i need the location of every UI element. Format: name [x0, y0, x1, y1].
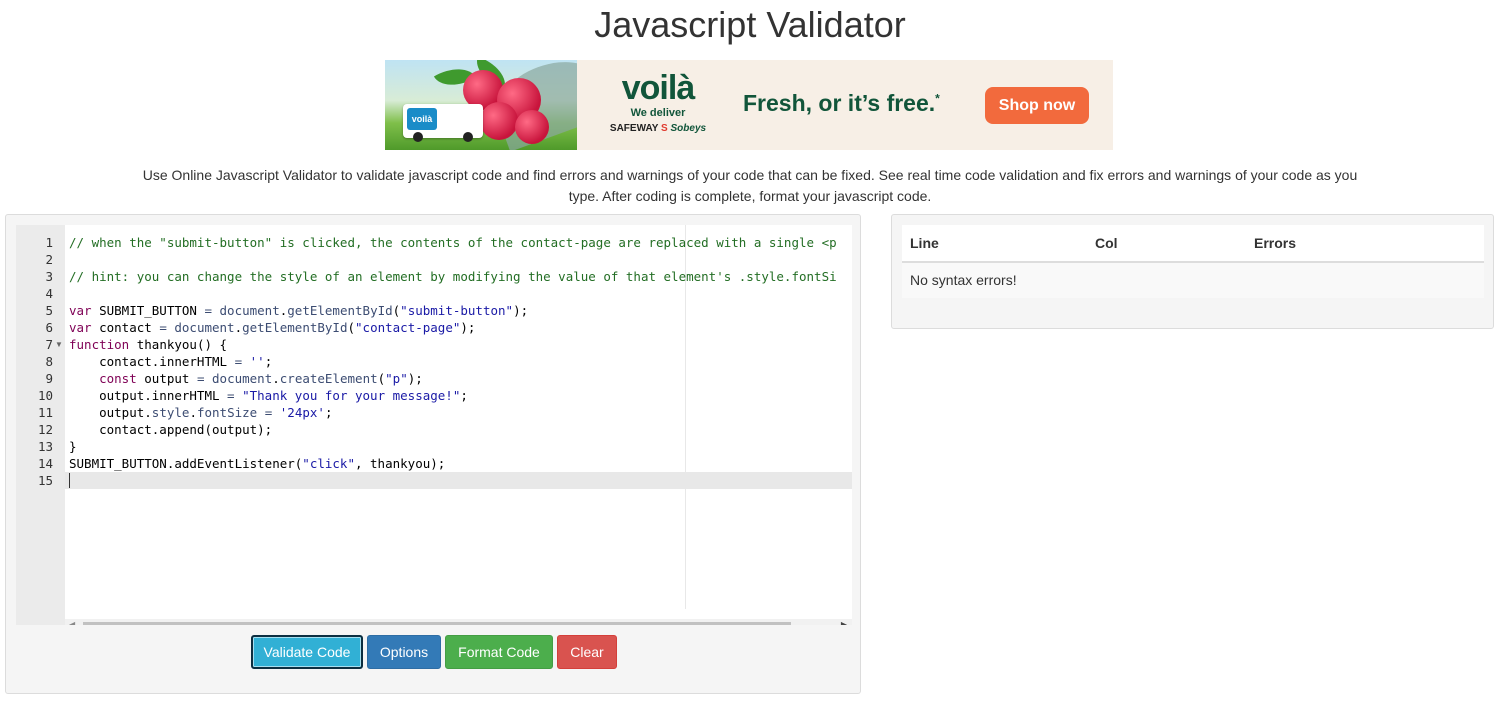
line-number: 14: [37, 456, 53, 471]
line-number: 12: [37, 422, 53, 437]
line-number: 3: [45, 269, 53, 284]
scrollbar-thumb[interactable]: [83, 622, 791, 625]
code-line: }: [69, 439, 77, 454]
line-number: 4: [45, 286, 53, 301]
table-row: No syntax errors!: [902, 263, 1484, 298]
ad-store-logos: SAFEWAY S Sobeys: [609, 123, 707, 134]
no-errors-message: No syntax errors!: [910, 272, 1017, 288]
ad-tagline: Fresh, or it’s free.*: [743, 90, 940, 116]
code-line: output.style.fontSize = '24px';: [69, 405, 333, 420]
line-number: 8: [45, 354, 53, 369]
line-number: 5: [45, 303, 53, 318]
ad-brand: voilà We deliver SAFEWAY S Sobeys: [603, 70, 713, 136]
line-number: 11: [37, 405, 53, 420]
ad-brand-logo: voilà: [621, 69, 695, 107]
line-number-gutter: 1 2 3 4 5 6 7 8 9 10 11 12 13 14 15 ▼: [16, 225, 65, 625]
code-line: // hint: you can change the style of an …: [69, 269, 837, 284]
code-line: contact.innerHTML = '';: [69, 354, 273, 369]
line-number: 1: [45, 235, 53, 250]
horizontal-scrollbar[interactable]: ◀ ▶: [65, 619, 852, 625]
intro-text: Use Online Javascript Validator to valid…: [142, 167, 1358, 204]
code-line: var SUBMIT_BUTTON = document.getElementB…: [69, 303, 529, 318]
options-button[interactable]: Options: [367, 635, 441, 669]
column-header-col: Col: [1095, 235, 1118, 251]
code-line: // when the "submit-button" is clicked, …: [69, 235, 837, 250]
format-code-button[interactable]: Format Code: [445, 635, 553, 669]
page-title: Javascript Validator: [594, 4, 906, 45]
active-line-highlight: [16, 472, 852, 489]
scroll-right-icon[interactable]: ▶: [841, 620, 847, 625]
scroll-left-icon[interactable]: ◀: [69, 620, 75, 625]
line-number: 13: [37, 439, 53, 454]
column-header-errors: Errors: [1254, 235, 1297, 251]
fold-arrow-icon[interactable]: ▼: [55, 336, 63, 353]
clear-button[interactable]: Clear: [557, 635, 617, 669]
code-line: var contact = document.getElementById("c…: [69, 320, 476, 335]
editor-panel: 1 2 3 4 5 6 7 8 9 10 11 12 13 14 15 ▼ // when the "subm…: [5, 214, 861, 694]
errors-table: Line Col Errors No syntax errors!: [902, 225, 1484, 298]
line-number: 15: [37, 473, 53, 488]
ad-shop-now-button[interactable]: Shop now: [985, 87, 1089, 124]
line-number: 2: [45, 252, 53, 267]
line-number: 6: [45, 320, 53, 335]
line-number: 7: [45, 337, 53, 352]
column-header-line: Line: [910, 235, 939, 251]
code-line: SUBMIT_BUTTON.addEventListener("click", …: [69, 456, 446, 471]
text-cursor: [69, 473, 70, 488]
line-number: 10: [37, 388, 53, 403]
errors-panel: Line Col Errors No syntax errors!: [891, 214, 1494, 329]
ad-image: voilà: [385, 60, 577, 150]
ad-deliver-text: We deliver: [630, 107, 686, 119]
code-line: const output = document.createElement("p…: [99, 371, 423, 386]
code-line: contact.append(output);: [69, 422, 273, 437]
ad-banner[interactable]: voilà voilà We deliver SAFEWAY S Sobeys …: [385, 60, 1113, 150]
line-number: 9: [45, 371, 53, 386]
code-line: output.innerHTML = "Thank you for your m…: [69, 388, 468, 403]
code-line: function thankyou() {: [69, 337, 228, 352]
validate-code-button[interactable]: Validate Code: [251, 635, 363, 669]
code-editor[interactable]: 1 2 3 4 5 6 7 8 9 10 11 12 13 14 15 ▼ // when the "subm…: [16, 225, 852, 625]
